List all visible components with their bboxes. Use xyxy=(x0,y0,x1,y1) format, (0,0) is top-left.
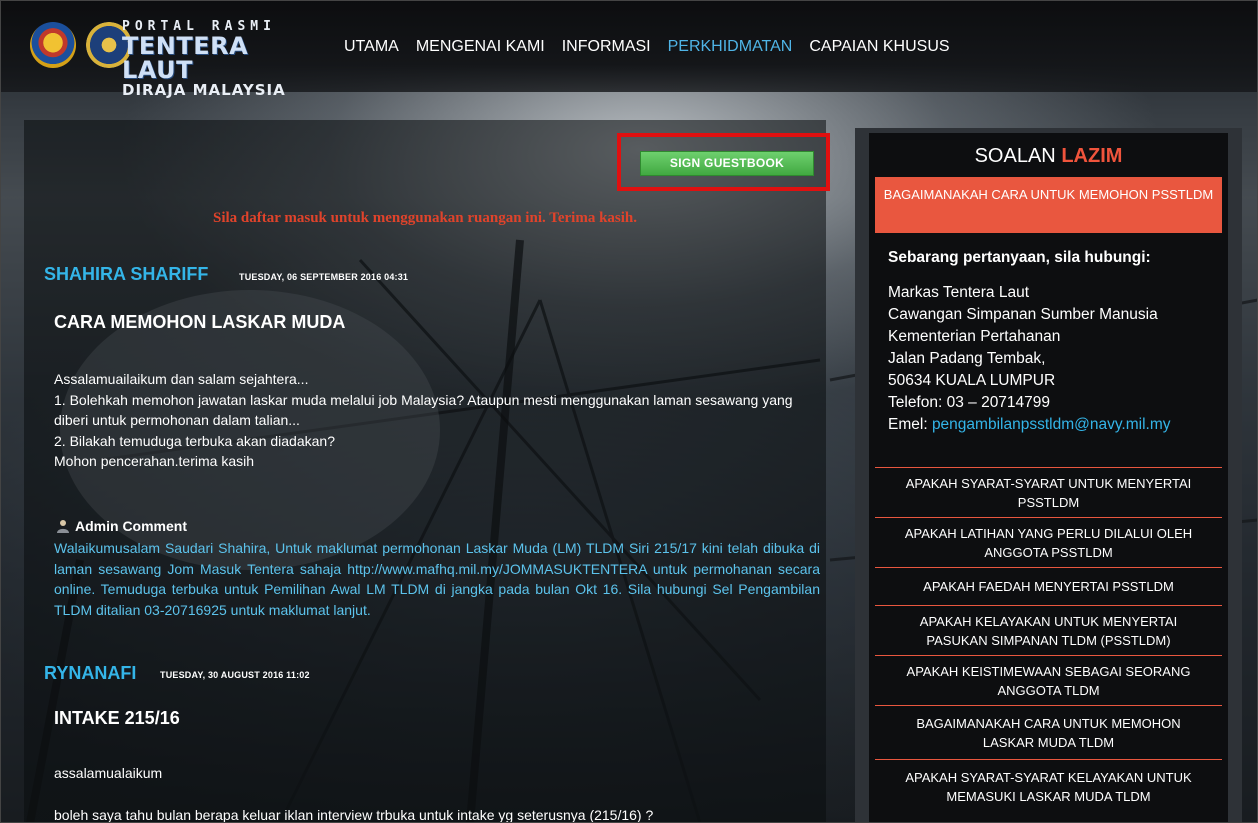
page-frame xyxy=(0,0,1258,823)
